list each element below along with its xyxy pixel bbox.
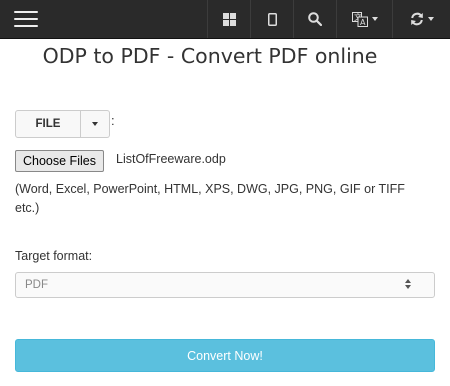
refresh-dropdown[interactable] (392, 0, 450, 38)
convert-now-button[interactable]: Convert Now! (15, 339, 435, 372)
file-source-colon: : (111, 113, 115, 128)
file-source-group: FILE (15, 110, 110, 138)
file-source-dropdown-toggle[interactable] (81, 110, 110, 138)
page-title: ODP to PDF - Convert PDF online (42, 44, 378, 68)
language-dropdown[interactable]: 文 A (336, 0, 392, 38)
target-format-select[interactable]: PDF (15, 272, 435, 298)
target-format-value: PDF (25, 279, 48, 291)
grid-view-button[interactable] (207, 0, 250, 38)
svg-text:A: A (360, 18, 366, 27)
tablet-icon (267, 12, 277, 26)
supported-formats-hint: (Word, Excel, PowerPoint, HTML, XPS, DWG… (15, 182, 405, 215)
refresh-icon (411, 12, 423, 26)
selected-file-name: ListOfFreeware.odp (116, 152, 226, 166)
hamburger-menu-icon[interactable] (14, 11, 38, 27)
chevron-down-icon (428, 17, 434, 21)
choose-files-button[interactable]: Choose Files (15, 150, 104, 172)
select-arrows-icon (404, 279, 412, 292)
search-button[interactable] (293, 0, 336, 38)
target-format-label: Target format: (15, 249, 93, 263)
top-navbar: 文 A (0, 0, 450, 39)
file-source-button[interactable]: FILE (15, 110, 81, 138)
chevron-down-icon (371, 17, 378, 21)
chevron-down-icon (92, 122, 98, 126)
language-icon: 文 A (351, 11, 368, 27)
search-icon (308, 12, 322, 26)
tablet-view-button[interactable] (250, 0, 293, 38)
grid-icon (222, 12, 236, 26)
